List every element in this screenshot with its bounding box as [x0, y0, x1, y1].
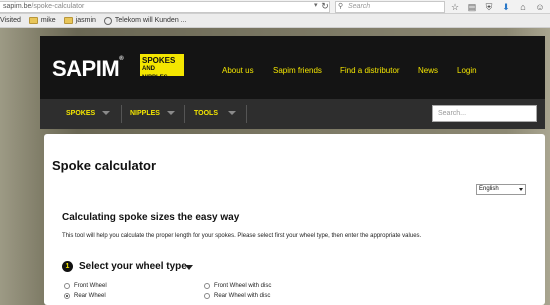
folder-icon [28, 17, 38, 24]
radio-front-wheel-disc[interactable]: Front Wheel with disc [204, 283, 271, 289]
bookmark-mike[interactable]: mike [28, 17, 56, 24]
download-icon[interactable]: ⬇ [501, 2, 511, 13]
folder-icon [63, 17, 73, 24]
radio-label: Rear Wheel with disc [214, 293, 271, 299]
bookmark-label: mike [40, 17, 56, 24]
nav-about-us[interactable]: About us [222, 66, 254, 75]
step-number-badge: 1 [62, 261, 73, 272]
globe-icon [103, 16, 112, 25]
refresh-icon[interactable]: ↻ [320, 1, 330, 11]
chevron-down-icon[interactable] [102, 111, 110, 115]
chevron-down-icon[interactable] [185, 265, 193, 270]
bookmark-telekom[interactable]: Telekom will Kunden ... [103, 16, 187, 25]
search-icon: ⚲ [338, 3, 344, 10]
nav-divider [184, 105, 185, 123]
bookmark-jasmin[interactable]: jasmin [63, 17, 96, 24]
url-path: /spoke-calculator [31, 3, 85, 10]
nav-find-distributor[interactable]: Find a distributor [340, 66, 400, 75]
radio-label: Front Wheel [74, 283, 107, 289]
logo-text: SAPIM [52, 56, 120, 81]
language-select[interactable]: English [476, 184, 526, 195]
url-dropdown-icon[interactable]: ▾ [314, 1, 318, 9]
main-content: Spoke calculator English Calculating spo… [44, 134, 545, 305]
url-host: sapim.be [3, 3, 32, 10]
intro-text: This tool will help you calculate the pr… [62, 233, 422, 239]
radio-label: Rear Wheel [74, 293, 106, 299]
browser-toolbar: sapim.be/spoke-calculator ▾ ↻ ⚲ Search ☆ … [0, 0, 550, 14]
logo-badge[interactable]: SPOKES AND NIPPLES [140, 54, 184, 81]
nav-sapim-friends[interactable]: Sapim friends [273, 66, 322, 75]
browser-search-input[interactable]: ⚲ Search [335, 1, 445, 13]
bookmark-visited[interactable]: Visited [0, 17, 21, 24]
section-heading: Calculating spoke sizes the easy way [62, 212, 240, 223]
radio-button-selected[interactable] [64, 293, 70, 299]
badge-line1: SPOKES [142, 56, 176, 65]
radio-button[interactable] [204, 293, 210, 299]
reading-list-icon[interactable]: ▤ [467, 2, 477, 13]
radio-rear-wheel[interactable]: Rear Wheel [64, 293, 106, 299]
subnav-spokes[interactable]: SPOKES [66, 110, 95, 117]
subnav-nipples[interactable]: NIPPLES [130, 110, 160, 117]
browser-search-placeholder: Search [348, 3, 371, 10]
nav-divider [121, 105, 122, 123]
nav-login[interactable]: Login [457, 66, 477, 75]
chevron-down-icon[interactable] [228, 111, 236, 115]
nav-news[interactable]: News [418, 66, 438, 75]
subnav-tools[interactable]: TOOLS [194, 110, 218, 117]
logo-mark: ® [119, 56, 124, 62]
url-field[interactable]: sapim.be/spoke-calculator [0, 1, 330, 13]
radio-front-wheel[interactable]: Front Wheel [64, 283, 107, 289]
radio-button[interactable] [204, 283, 210, 289]
radio-label: Front Wheel with disc [214, 283, 272, 289]
badge-line2: AND NIPPLES [142, 66, 168, 81]
home-icon[interactable]: ⌂ [518, 2, 528, 12]
bookmark-label: Telekom will Kunden ... [114, 17, 187, 24]
site-header: SAPIM® SPOKES AND NIPPLES About us Sapim… [40, 36, 545, 99]
site-search-input[interactable]: Search... [432, 105, 537, 122]
bookmark-star-icon[interactable]: ☆ [450, 2, 460, 13]
chat-icon[interactable]: ☺ [535, 2, 545, 12]
step-title[interactable]: Select your wheel type [79, 261, 187, 272]
chevron-down-icon[interactable] [167, 111, 175, 115]
page-title: Spoke calculator [52, 158, 157, 173]
bookmark-label: Visited [0, 17, 21, 24]
sapim-logo[interactable]: SAPIM® [52, 56, 124, 82]
nav-divider [246, 105, 247, 123]
radio-rear-wheel-disc[interactable]: Rear Wheel with disc [204, 293, 270, 299]
bookmark-label: jasmin [75, 17, 96, 24]
chevron-down-icon [519, 188, 523, 191]
shield-icon[interactable]: ⛨ [484, 2, 494, 13]
sub-navigation: SPOKES NIPPLES TOOLS Search... [40, 99, 545, 129]
radio-button[interactable] [64, 283, 70, 289]
language-value: English [479, 186, 499, 192]
bookmarks-bar: Visited mike jasmin Telekom will Kunden … [0, 14, 550, 28]
